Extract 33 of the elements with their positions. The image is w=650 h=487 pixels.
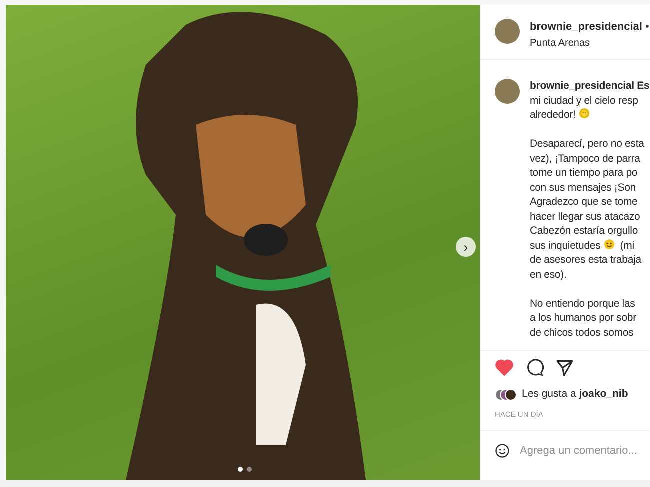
caption-text: Desaparecí, pero no esta [530,137,646,152]
next-button[interactable]: › [456,237,476,257]
caption-text: con sus mensajes ¡Son [530,180,637,195]
carousel-dot[interactable] [247,467,252,472]
caption-text: Agradezco que se tome [530,195,639,210]
avatar[interactable] [495,79,520,104]
carousel-dot[interactable] [238,467,243,472]
sun-icon [578,108,590,119]
caption-text: sus inquietudes [530,240,601,252]
caption-text: de asesores esta trabaja [530,253,643,268]
caption-text: Cabezón estaría orgullo [530,224,640,238]
caption-text: tome un tiempo para po [530,166,639,180]
location-link[interactable]: Punta Arenas [530,36,650,50]
avatar [505,388,517,401]
avatar[interactable] [495,19,520,44]
caption-text: vez), ¡Tampoco de parra [530,152,642,166]
caption-text: brownie_presidencial Es [530,80,650,92]
send-icon[interactable] [556,359,574,377]
caption-text: en eso). [530,268,568,282]
comment-icon[interactable] [526,359,544,377]
caption-text: hacer llegar sus atacazo [530,210,642,224]
caption-text: mi ciudad y el cielo resp [530,94,640,108]
caption-text: de chicos todos somos [530,326,635,340]
emoji-icon[interactable] [495,441,510,461]
likes-text: Les gusta a joako_nib [522,387,628,402]
heart-icon[interactable] [495,359,514,376]
caption-text: alrededor! [530,109,576,121]
separator: • [646,21,650,33]
username[interactable]: brownie_presidencial [530,21,642,33]
caption-text: a los humanos por sobr [530,311,638,326]
caption-text: (mi [619,240,634,252]
caption-text: No entiendo porque las [530,296,636,311]
wink-icon [604,238,614,250]
